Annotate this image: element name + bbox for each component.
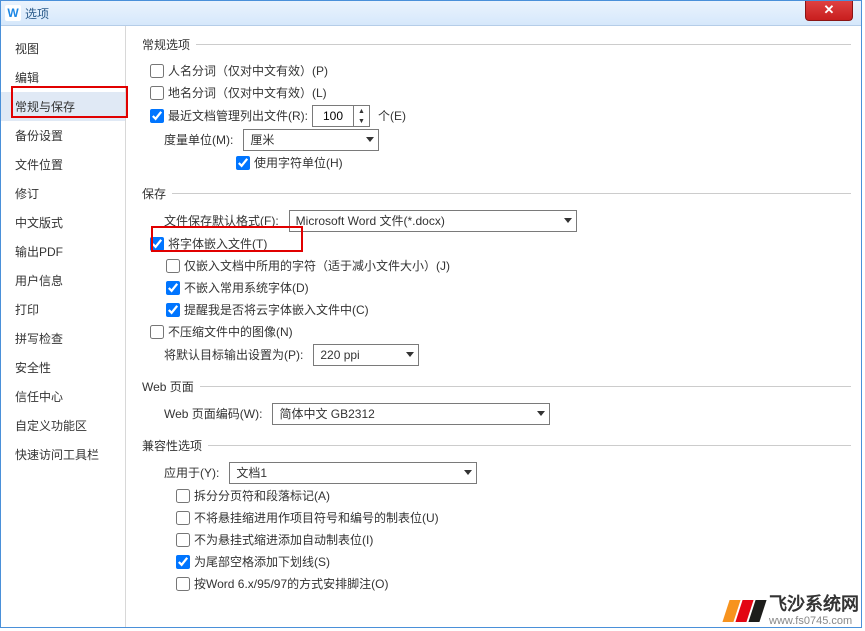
sidebar-item-cn-layout[interactable]: 中文版式 [1,208,125,237]
label-no-common-fonts: 不嵌入常用系统字体(D) [184,278,309,298]
spinner-recent-docs[interactable] [312,105,370,127]
sidebar-item-quick-access[interactable]: 快速访问工具栏 [1,440,125,469]
sidebar-item-trust-center[interactable]: 信任中心 [1,382,125,411]
label-target-output: 将默认目标输出设置为(P): [164,345,303,365]
sidebar-item-general-save[interactable]: 常规与保存 [1,92,125,121]
sidebar-item-edit[interactable]: 编辑 [1,63,125,92]
sidebar-item-backup[interactable]: 备份设置 [1,121,125,150]
close-button[interactable]: ✕ [805,0,853,21]
label-name-split: 人名分词（仅对中文有效）(P) [168,61,328,81]
group-web: Web 页面 Web 页面编码(W): 简体中文 GB2312 [136,378,851,427]
checkbox-compat-4[interactable] [176,577,190,591]
label-unit: 度量单位(M): [164,130,233,150]
sidebar-item-customize-ribbon[interactable]: 自定义功能区 [1,411,125,440]
checkbox-compat-0[interactable] [176,489,190,503]
label-compat-4: 按Word 6.x/95/97的方式安排脚注(O) [194,574,389,594]
checkbox-embed-fonts[interactable] [150,237,164,251]
checkbox-name-split[interactable] [150,64,164,78]
sidebar-item-print[interactable]: 打印 [1,295,125,324]
checkbox-compat-2[interactable] [176,533,190,547]
label-cloud-font-prompt: 提醒我是否将云字体嵌入文件中(C) [184,300,369,320]
label-compat-apply: 应用于(Y): [164,463,219,483]
label-place-split: 地名分词（仅对中文有效）(L) [168,83,327,103]
checkbox-char-unit[interactable] [236,156,250,170]
titlebar: W 选项 ✕ [1,1,861,26]
sidebar-item-revision[interactable]: 修订 [1,179,125,208]
group-web-legend: Web 页面 [136,378,200,395]
window-title: 选项 [25,5,49,22]
label-compat-0: 拆分分页符和段落标记(A) [194,486,330,506]
sidebar-item-output-pdf[interactable]: 输出PDF [1,237,125,266]
checkbox-recent-docs[interactable] [150,109,164,123]
sidebar-item-file-location[interactable]: 文件位置 [1,150,125,179]
sidebar-item-spellcheck[interactable]: 拼写检查 [1,324,125,353]
input-recent-docs[interactable] [313,106,353,126]
spinner-up-icon[interactable] [354,106,369,116]
label-compat-3: 为尾部空格添加下划线(S) [194,552,330,572]
content-panel: 常规选项 人名分词（仅对中文有效）(P) 地名分词（仅对中文有效）(L) 最近文… [126,26,861,628]
group-save: 保存 文件保存默认格式(F): Microsoft Word 文件(*.docx… [136,185,851,368]
select-web-encoding[interactable]: 简体中文 GB2312 [272,403,550,425]
sidebar: 视图 编辑 常规与保存 备份设置 文件位置 修订 中文版式 输出PDF 用户信息… [1,26,126,628]
label-web-encoding: Web 页面编码(W): [164,404,262,424]
group-compat-legend: 兼容性选项 [136,437,208,454]
checkbox-cloud-font-prompt[interactable] [166,303,180,317]
label-recent-docs: 最近文档管理列出文件(R): [168,106,308,126]
label-embed-fonts: 将字体嵌入文件(T) [168,234,267,254]
label-char-unit: 使用字符单位(H) [254,153,343,173]
app-icon: W [5,5,21,21]
sidebar-item-user-info[interactable]: 用户信息 [1,266,125,295]
label-compat-1: 不将悬挂缩进用作项目符号和编号的制表位(U) [194,508,439,528]
checkbox-no-compress-img[interactable] [150,325,164,339]
select-target-output[interactable]: 220 ppi [313,344,419,366]
sidebar-item-security[interactable]: 安全性 [1,353,125,382]
select-save-format[interactable]: Microsoft Word 文件(*.docx) [289,210,577,232]
label-recent-docs-unit: 个(E) [378,106,406,126]
label-no-compress-img: 不压缩文件中的图像(N) [168,322,293,342]
checkbox-embed-used-only[interactable] [166,259,180,273]
label-embed-used-only: 仅嵌入文档中所用的字符（适于减小文件大小）(J) [184,256,450,276]
checkbox-compat-1[interactable] [176,511,190,525]
checkbox-place-split[interactable] [150,86,164,100]
group-compat: 兼容性选项 应用于(Y): 文档1 拆分分页符和段落标记(A) 不将悬挂缩进用作… [136,437,851,596]
group-save-legend: 保存 [136,185,172,202]
group-general-legend: 常规选项 [136,36,196,53]
select-compat-apply[interactable]: 文档1 [229,462,477,484]
sidebar-item-view[interactable]: 视图 [1,34,125,63]
checkbox-compat-3[interactable] [176,555,190,569]
spinner-down-icon[interactable] [354,116,369,126]
group-general: 常规选项 人名分词（仅对中文有效）(P) 地名分词（仅对中文有效）(L) 最近文… [136,36,851,175]
checkbox-no-common-fonts[interactable] [166,281,180,295]
select-unit[interactable]: 厘米 [243,129,379,151]
label-compat-2: 不为悬挂式缩进添加自动制表位(I) [194,530,373,550]
label-save-format: 文件保存默认格式(F): [164,211,279,231]
